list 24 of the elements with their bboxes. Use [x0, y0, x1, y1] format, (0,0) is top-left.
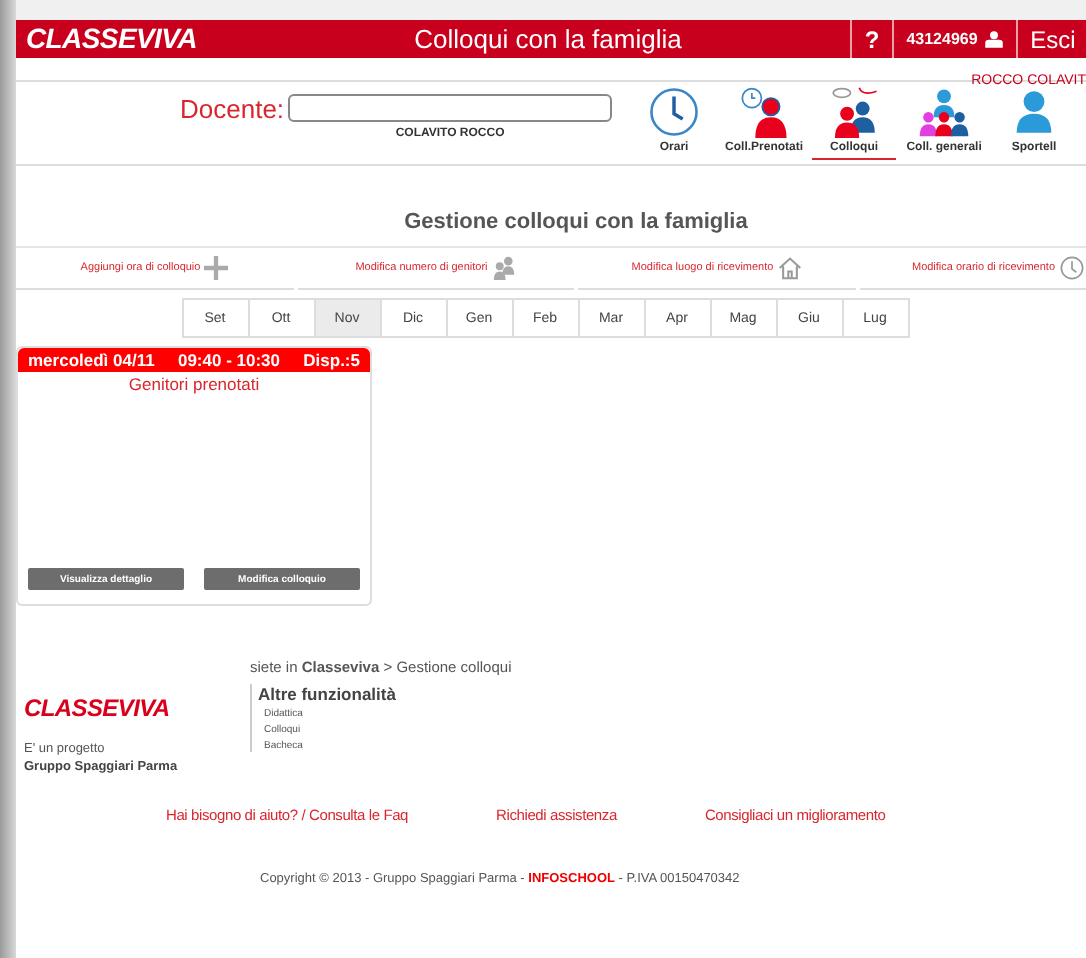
- user-code: 43124969: [906, 30, 978, 48]
- person-clock-icon: [738, 86, 791, 138]
- logo[interactable]: CLASSEVIVA: [16, 20, 246, 58]
- slot-time: 09:40 - 10:30: [177, 350, 281, 370]
- plus-icon: [204, 256, 229, 280]
- user-button[interactable]: 43124969: [892, 20, 1016, 58]
- window-title: Colloqui con la famiglia: [412, 22, 684, 58]
- slot-day: mercoledì 04/11: [28, 350, 155, 370]
- help-button[interactable]: ?: [850, 20, 892, 58]
- section-title: Altre funzionalità: [258, 684, 398, 704]
- house-icon: [777, 256, 802, 280]
- people-icon: [491, 256, 516, 280]
- teacher-label: Docente:: [180, 94, 285, 124]
- group-icon: [918, 86, 971, 138]
- people-talking-icon: [828, 86, 881, 138]
- logout-button[interactable]: Esci: [1016, 20, 1086, 58]
- user-icon: [983, 30, 1004, 48]
- section-title: Genitori prenotati: [126, 374, 262, 394]
- clock-icon: [1059, 256, 1084, 280]
- footer-logo: CLASSEVIVA: [24, 694, 172, 722]
- page-title: Gestione colloqui con la famiglia: [16, 210, 1086, 248]
- slot-availability: Disp.:5: [303, 350, 360, 370]
- clock-icon: [648, 86, 701, 138]
- teacher-field[interactable]: [288, 94, 613, 122]
